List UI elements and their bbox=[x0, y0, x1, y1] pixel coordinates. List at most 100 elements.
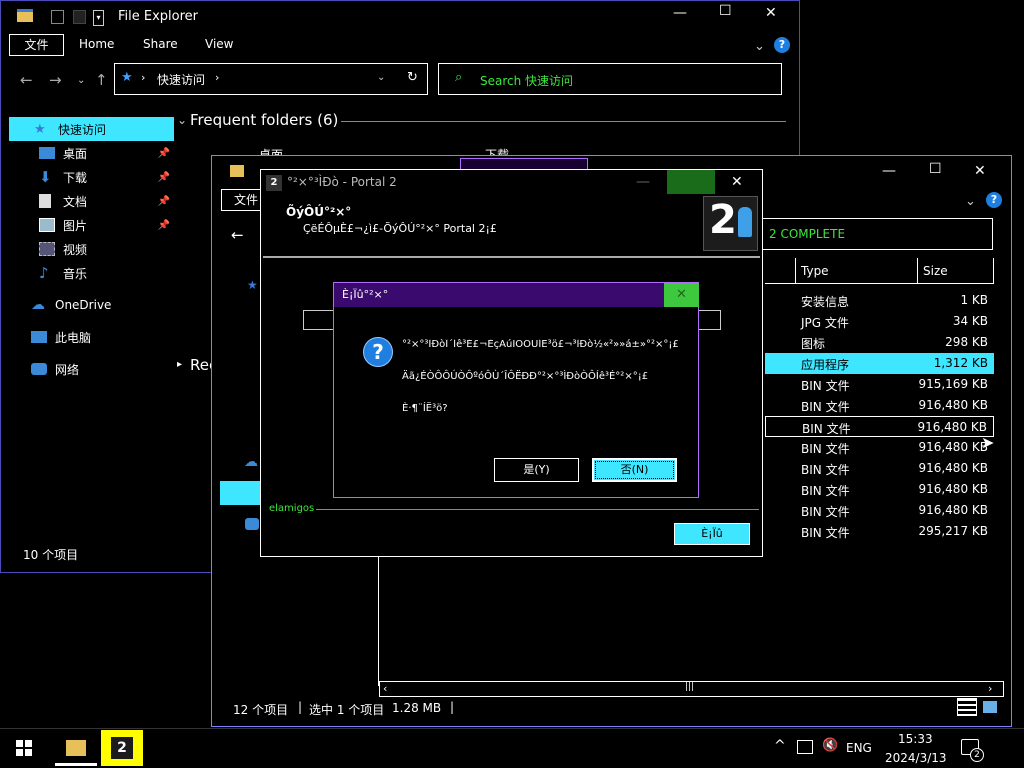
search-input[interactable]: 2 COMPLETE bbox=[760, 218, 993, 250]
table-row[interactable]: BIN 文件 916,480 KB bbox=[765, 500, 994, 521]
sidebar-item-onedrive[interactable]: ☁ OneDrive bbox=[9, 293, 174, 317]
maximize-button[interactable]: ☐ bbox=[719, 3, 732, 19]
recent-collapse-icon[interactable]: ▸ bbox=[177, 359, 182, 370]
sidebar-item-videos[interactable]: 视频 bbox=[9, 237, 174, 261]
column-divider bbox=[993, 258, 994, 284]
ribbon-expand-icon[interactable]: ⌄ bbox=[965, 194, 976, 209]
recent-dropdown-icon[interactable]: ⌄ bbox=[77, 75, 85, 86]
sidebar-item-music[interactable]: ♪ 音乐 bbox=[9, 261, 174, 285]
sidebar-item-pictures[interactable]: 图片 📌 bbox=[9, 213, 174, 237]
back-arrow-icon[interactable]: ← bbox=[20, 71, 33, 89]
search-input[interactable]: ⌕ Search 快速访问 bbox=[438, 63, 782, 95]
volume-muted-icon[interactable]: 🔇 bbox=[822, 738, 838, 753]
close-button[interactable]: ✕ bbox=[974, 163, 986, 179]
table-row[interactable]: 图标 298 KB bbox=[765, 332, 994, 353]
minimize-button[interactable]: — bbox=[636, 174, 650, 190]
sidebar-item-quick-access[interactable]: ★ 快速访问 bbox=[9, 117, 174, 141]
details-view-icon[interactable] bbox=[957, 698, 977, 716]
close-button[interactable]: ✕ bbox=[731, 174, 743, 190]
cell-size: 34 KB bbox=[952, 314, 988, 328]
yes-button[interactable]: 是(Y) bbox=[494, 458, 579, 482]
cell-size: 1 KB bbox=[960, 293, 988, 307]
ribbon-expand-icon[interactable]: ⌄ bbox=[754, 39, 765, 54]
help-icon[interactable]: ? bbox=[986, 192, 1002, 208]
table-row[interactable]: BIN 文件 916,480 KB bbox=[765, 458, 994, 479]
qat-newfolder-icon[interactable] bbox=[73, 10, 86, 24]
qat-properties-icon[interactable] bbox=[51, 10, 64, 24]
horizontal-scrollbar[interactable]: ‹ ||| › bbox=[379, 681, 1004, 697]
computer-icon bbox=[31, 331, 47, 343]
column-header-type[interactable]: Type bbox=[801, 264, 829, 278]
tab-view[interactable]: View bbox=[205, 37, 233, 51]
cell-type: BIN 文件 bbox=[801, 526, 850, 540]
close-button[interactable]: ✕ bbox=[664, 283, 699, 307]
tray-chevron-icon[interactable]: ^ bbox=[774, 738, 786, 754]
documents-icon bbox=[39, 194, 51, 208]
maximize-button[interactable]: ☐ bbox=[929, 161, 942, 177]
sidebar-item-downloads[interactable]: ⬇ 下载 📌 bbox=[9, 165, 174, 189]
column-header-size[interactable]: Size bbox=[923, 264, 948, 278]
taskbar-explorer-icon[interactable] bbox=[55, 732, 97, 766]
footer-brand: elamigos bbox=[269, 503, 315, 514]
pin-icon: 📌 bbox=[157, 219, 170, 231]
pin-icon: 📌 bbox=[157, 147, 170, 159]
pictures-icon bbox=[39, 218, 55, 232]
minimize-button[interactable]: — bbox=[673, 5, 687, 21]
sidebar-item-desktop[interactable]: 桌面 📌 bbox=[9, 141, 174, 165]
cell-type: BIN 文件 bbox=[801, 463, 850, 477]
setup-title: °²×°³ÌÐò - Portal 2 bbox=[287, 175, 397, 189]
collapse-chevron-icon[interactable]: ⌄ bbox=[177, 113, 187, 127]
taskbar-portal-icon[interactable]: 2 bbox=[101, 730, 143, 766]
table-row[interactable]: 安装信息 1 KB bbox=[765, 290, 994, 311]
table-row[interactable]: BIN 文件 916,480 KB bbox=[765, 395, 994, 416]
scroll-left-icon[interactable]: ‹ bbox=[383, 682, 387, 695]
up-arrow-icon[interactable]: ↑ bbox=[95, 71, 108, 89]
large-icons-view-icon[interactable] bbox=[983, 701, 997, 713]
sidebar-item-network[interactable]: 网络 bbox=[9, 357, 174, 381]
cell-size: 915,169 KB bbox=[918, 377, 988, 391]
tab-share[interactable]: Share bbox=[143, 37, 178, 51]
table-row[interactable]: BIN 文件 916,480 KB bbox=[765, 416, 994, 437]
no-button[interactable]: 否(N) bbox=[592, 458, 677, 482]
cancel-button[interactable]: È¡Ïû bbox=[674, 523, 750, 545]
address-bar[interactable]: ★ › 快速访问 › ⌄ ↻ bbox=[114, 63, 428, 95]
status-size: 1.28 MB bbox=[392, 701, 442, 715]
clock-time[interactable]: 15:33 bbox=[898, 732, 933, 746]
status-selected: 选中 1 个项目 bbox=[309, 703, 385, 717]
tab-home[interactable]: Home bbox=[79, 37, 114, 51]
sidebar-item-this-pc[interactable]: 此电脑 bbox=[9, 325, 174, 349]
videos-icon bbox=[39, 242, 55, 256]
maximize-button-green[interactable] bbox=[667, 170, 715, 194]
table-row[interactable]: JPG 文件 34 KB bbox=[765, 311, 994, 332]
table-row[interactable]: BIN 文件 915,169 KB bbox=[765, 374, 994, 395]
search-icon: ⌕ bbox=[455, 70, 463, 85]
refresh-icon[interactable]: ↻ bbox=[407, 70, 418, 85]
address-dropdown-icon[interactable]: ⌄ bbox=[377, 72, 385, 83]
help-icon[interactable]: ? bbox=[774, 37, 790, 53]
qat-dropdown-icon[interactable]: ▾ bbox=[93, 10, 104, 26]
scroll-right-icon[interactable]: › bbox=[988, 682, 992, 695]
language-indicator[interactable]: ENG bbox=[846, 741, 872, 755]
network-tray-icon[interactable] bbox=[797, 740, 813, 754]
cell-type: BIN 文件 bbox=[802, 422, 851, 436]
table-row[interactable]: BIN 文件 295,217 KB bbox=[765, 521, 994, 542]
scroll-thumb-icon[interactable]: ||| bbox=[685, 682, 694, 692]
table-row[interactable]: 应用程序 1,312 KB bbox=[765, 353, 994, 374]
forward-arrow-icon[interactable]: → bbox=[49, 71, 62, 89]
tab-file[interactable]: 文件 bbox=[9, 34, 64, 56]
sidebar-item-this-pc[interactable] bbox=[220, 481, 265, 505]
close-button[interactable]: ✕ bbox=[765, 5, 777, 21]
cell-size: 916,480 KB bbox=[918, 461, 988, 475]
minimize-button[interactable]: — bbox=[882, 163, 896, 179]
table-row[interactable]: BIN 文件 916,480 KB bbox=[765, 479, 994, 500]
breadcrumb-sep-icon: › bbox=[215, 71, 220, 84]
cell-size: 298 KB bbox=[945, 335, 988, 349]
back-arrow-icon[interactable]: ← bbox=[231, 226, 244, 244]
clock-date[interactable]: 2024/3/13 bbox=[885, 751, 947, 765]
start-button-icon[interactable] bbox=[16, 740, 32, 756]
sidebar-item-documents[interactable]: 文档 📌 bbox=[9, 189, 174, 213]
logo-text: 2 bbox=[709, 197, 737, 243]
table-row[interactable]: BIN 文件 916,480 KB bbox=[765, 437, 994, 458]
breadcrumb[interactable]: 快速访问 bbox=[157, 71, 205, 88]
cell-type: BIN 文件 bbox=[801, 400, 850, 414]
